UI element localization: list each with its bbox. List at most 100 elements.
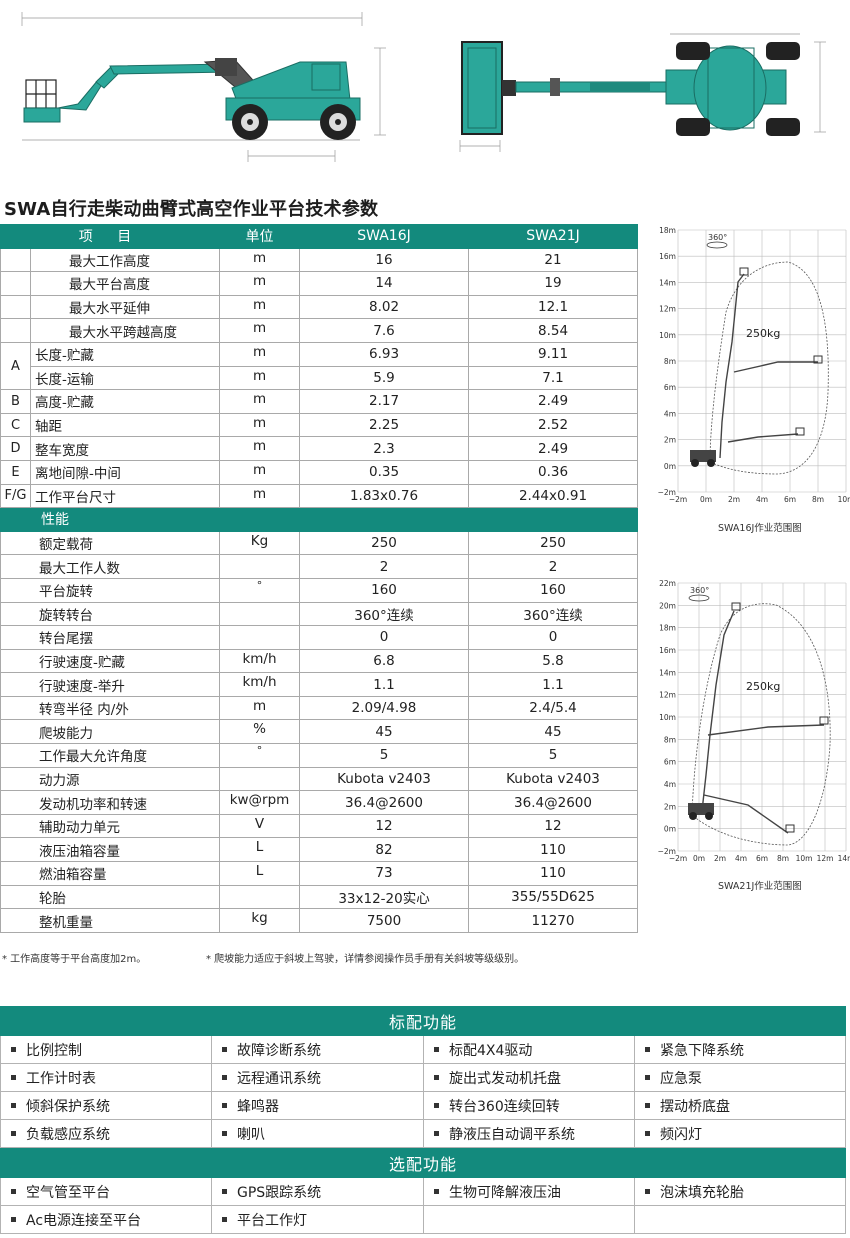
rotation-label: 360° [708,233,727,242]
y-tick-label: 18m [659,624,676,633]
y-tick-label: 2m [664,802,676,811]
spec-name: 旋转转台 [0,601,221,627]
boom-outline [719,273,745,459]
standard-feature-cell: 静液压自动调平系统 [423,1119,635,1148]
standard-feature-cell: 喇叭 [211,1119,424,1148]
machine-wheel [707,459,715,467]
boom-outline [707,724,825,736]
spec-name: 最大平台高度 [29,271,221,296]
spec-unit: m [219,459,301,485]
x-tick-label: 10m [796,854,813,863]
feature-label: 紧急下降系统 [660,1042,744,1059]
spec-name: 轴距 [29,412,221,438]
standard-feature-cell: 紧急下降系统 [633,1035,847,1064]
spec-name: 整车宽度 [29,436,221,461]
y-tick-label: 10m [659,713,676,722]
spec-row: F/G 工作平台尺寸 m 1.83x0.76 2.44x0.91 [0,483,639,509]
spec-value-swa21j: 250 [468,530,639,556]
spec-value-swa21j: 360°连续 [468,601,639,627]
x-tick-label: 2m [714,854,726,863]
feature-label: 转台360连续回转 [449,1098,560,1115]
y-tick-label: 12m [659,691,676,700]
spec-group-label [0,294,31,320]
bullet-icon [434,1131,439,1136]
bullet-icon [434,1189,439,1194]
spec-unit: m [219,247,301,273]
standard-feature-cell: 转台360连续回转 [423,1091,635,1120]
feature-label: 工作计时表 [26,1070,96,1087]
spec-value-swa16j: 1.83x0.76 [299,483,470,509]
y-tick-label: 2m [664,436,676,445]
spec-name: 长度-运输 [29,365,221,391]
bullet-icon [11,1075,16,1080]
rotation-icon [706,241,728,249]
footnote-1: * 工作高度等于平台高度加2m。 [2,954,147,965]
standard-feature-cell: 工作计时表 [0,1063,212,1092]
spec-name: 发动机功率和转速 [0,790,221,815]
spec-value-swa21j: 355/55D625 [468,884,639,910]
standard-feature-row: 倾斜保护系统 蜂鸣器 转台360连续回转 摆动桥底盘 [0,1091,847,1120]
spec-row: 平台旋转 ° 160 160 [0,577,639,603]
spec-value-swa21j: 1.1 [468,672,639,697]
spec-row: 行驶速度-贮藏 km/h 6.8 5.8 [0,648,639,674]
spec-name: 工作平台尺寸 [29,483,221,509]
y-tick-label: 12m [659,305,676,314]
bullet-icon [434,1103,439,1108]
feature-label: 泡沫填充轮胎 [660,1184,744,1201]
optional-feature-row: 空气管至平台 GPS跟踪系统 生物可降解液压油 泡沫填充轮胎 [0,1177,847,1206]
standard-feature-cell: 蜂鸣器 [211,1091,424,1120]
feature-label: 标配4X4驱动 [449,1042,533,1059]
spec-unit [219,554,301,579]
spec-value-swa21j: 2.49 [468,389,639,414]
spec-value-swa21j: Kubota v2403 [468,766,639,792]
bullet-icon [11,1217,16,1222]
spec-row: 转弯半径 内/外 m 2.09/4.98 2.4/5.4 [0,695,639,721]
feature-label: 喇叭 [237,1126,265,1143]
y-tick-label: 6m [664,383,676,392]
x-tick-label: 12m [817,854,834,863]
spec-value-swa16j: 73 [299,861,470,886]
range-chart-swa16j: 18m 16m 14m 12m 10m 8m 6m 4m 2m 0m −2m −2m 0m 2m 4m 6m 8… [648,222,850,540]
spec-unit: % [219,719,301,745]
y-tick-label: 22m [659,579,676,588]
x-tick-label: 6m [784,495,796,504]
spec-unit: m [219,341,301,367]
spec-value-swa21j: 160 [468,577,639,603]
rotation-label: 360° [690,586,709,595]
spec-section-row: 性能 [0,507,639,532]
spec-row: A 长度-贮藏 m 6.93 9.11 [0,341,639,391]
optional-feature-row: Ac电源连接至平台 平台工作灯 [0,1205,847,1234]
standard-feature-cell: 旋出式发动机托盘 [423,1063,635,1092]
spec-value-swa21j: 0.36 [468,459,639,485]
y-tick-label: 14m [659,278,676,287]
spec-row: 最大工作人数 2 2 [0,554,639,579]
y-tick-label: 14m [659,668,676,677]
spec-group-label: D [0,436,31,461]
spec-group-label [0,318,31,343]
bullet-icon [645,1047,650,1052]
spec-unit [219,884,301,910]
spec-value-swa21j: 8.54 [468,318,639,343]
bullet-icon [11,1103,16,1108]
standard-feature-cell: 故障诊断系统 [211,1035,424,1064]
spec-value-swa16j: 0 [299,625,470,650]
spec-row: 转台尾摆 0 0 [0,625,639,650]
spec-row: C 轴距 m 2.25 2.52 [0,412,639,438]
standard-feature-cell: 负载感应系统 [0,1119,212,1148]
spec-name: 高度-贮藏 [29,389,221,414]
spec-name: 最大工作高度 [29,247,221,273]
spec-unit: kg [219,908,301,933]
spec-unit: m [219,389,301,414]
spec-value-swa21j: 12.1 [468,294,639,320]
spec-group-label: C [0,412,31,438]
spec-name: 平台旋转 [0,577,221,603]
spec-unit: L [219,861,301,886]
spec-row: 行驶速度-举升 km/h 1.1 1.1 [0,672,639,697]
spec-unit: L [219,837,301,863]
optional-feature-cell [423,1205,635,1234]
x-tick-label: 8m [812,495,824,504]
feature-label: 负载感应系统 [26,1126,110,1143]
spec-value-swa16j: 2.09/4.98 [299,695,470,721]
bullet-icon [11,1131,16,1136]
spec-name: 离地间隙-中间 [29,459,221,485]
